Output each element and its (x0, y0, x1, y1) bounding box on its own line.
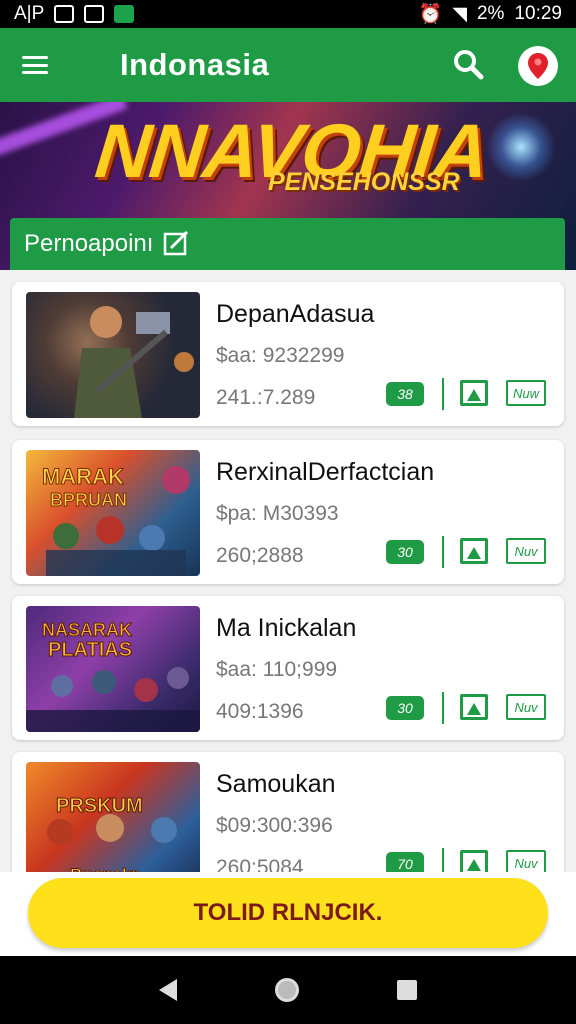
item-title: Samoukan (216, 770, 336, 798)
item-price: $aa: 110;999 (216, 658, 338, 681)
primary-cta-button[interactable]: TOLID RLNJCIK. (28, 878, 548, 948)
now-button[interactable]: Nuv (506, 694, 546, 720)
alarm-icon: ⏰ (418, 4, 443, 25)
image-icon[interactable] (460, 694, 488, 720)
game-thumbnail: NASARAK PLATIAS (26, 606, 200, 732)
status-bar: A|P ⏰ ◥ 2% 10:29 (0, 0, 576, 28)
recent-apps-icon[interactable] (397, 980, 417, 1000)
edit-icon[interactable] (163, 230, 191, 258)
item-price: $pa: M30393 (216, 502, 339, 525)
divider (442, 536, 444, 568)
item-badge[interactable]: 38 (386, 382, 424, 406)
image-icon[interactable] (460, 380, 488, 406)
app-bar: Indonasia (0, 28, 576, 102)
wifi-icon: ◥ (452, 3, 467, 25)
notification-icon (54, 5, 75, 23)
list-item[interactable]: NASARAK PLATIAS Ma Inickalan $aa: 110;99… (12, 596, 564, 740)
home-icon[interactable] (275, 978, 299, 1002)
divider (442, 848, 444, 872)
svg-text:BPRUAN: BPRUAN (50, 490, 127, 510)
divider (442, 378, 444, 410)
list-item[interactable]: DepanAdasua $aa: 9232299 241.:7.289 38 N… (12, 282, 564, 426)
banner-subtitle: PENSEHONSSR (268, 168, 460, 196)
back-icon[interactable] (159, 979, 177, 1001)
divider (442, 692, 444, 724)
item-badge[interactable]: 30 (386, 696, 424, 720)
item-badge[interactable]: 30 (386, 540, 424, 564)
item-count: 409:1396 (216, 700, 304, 723)
search-icon[interactable] (452, 48, 484, 80)
item-title: Ma Inickalan (216, 614, 357, 642)
app-title: Indonasia (120, 47, 270, 82)
now-button[interactable]: Nuv (506, 850, 546, 872)
now-button[interactable]: Nuv (506, 538, 546, 564)
item-badge[interactable]: 70 (386, 852, 424, 872)
game-thumbnail: PRSKUM Buenakr (26, 762, 200, 872)
location-pin-icon (528, 53, 548, 79)
cta-container: TOLID RLNJCIK. (0, 872, 576, 956)
svg-text:MARAK: MARAK (42, 464, 124, 489)
svg-text:PLATIAS: PLATIAS (48, 639, 132, 661)
item-price: $09:300:396 (216, 814, 333, 837)
system-nav-bar (0, 956, 576, 1024)
mail-icon (84, 5, 105, 23)
image-icon[interactable] (460, 850, 488, 872)
status-left-text: A|P (14, 3, 45, 24)
game-thumbnail (26, 292, 200, 418)
hamburger-icon[interactable] (22, 56, 48, 74)
item-count: 260;2888 (216, 544, 304, 567)
image-icon[interactable] (460, 538, 488, 564)
item-title: DepanAdasua (216, 300, 375, 328)
section-title: Pernoapoinı (24, 230, 154, 257)
item-count: 260:5084 (216, 856, 304, 872)
list-item[interactable]: MARAK BPRUAN RerxinalDerfactcian $pa: M3… (12, 440, 564, 584)
game-thumbnail: MARAK BPRUAN (26, 450, 200, 576)
item-price: $aa: 9232299 (216, 344, 345, 367)
battery-level: 2% (476, 3, 505, 24)
app-notification-icon (114, 5, 135, 23)
item-title: RerxinalDerfactcian (216, 458, 435, 486)
location-button[interactable] (518, 46, 558, 86)
clock: 10:29 (514, 3, 562, 24)
svg-text:Buenakr: Buenakr (70, 865, 138, 872)
svg-text:NASARAK: NASARAK (42, 620, 132, 640)
svg-text:PRSKUM: PRSKUM (56, 795, 143, 817)
list-item[interactable]: PRSKUM Buenakr Samoukan $09:300:396 260:… (12, 752, 564, 872)
game-list: DepanAdasua $aa: 9232299 241.:7.289 38 N… (0, 270, 576, 872)
item-count: 241.:7.289 (216, 386, 316, 409)
now-button[interactable]: Nuw (506, 380, 546, 406)
section-header: Pernoapoinı (10, 218, 565, 270)
